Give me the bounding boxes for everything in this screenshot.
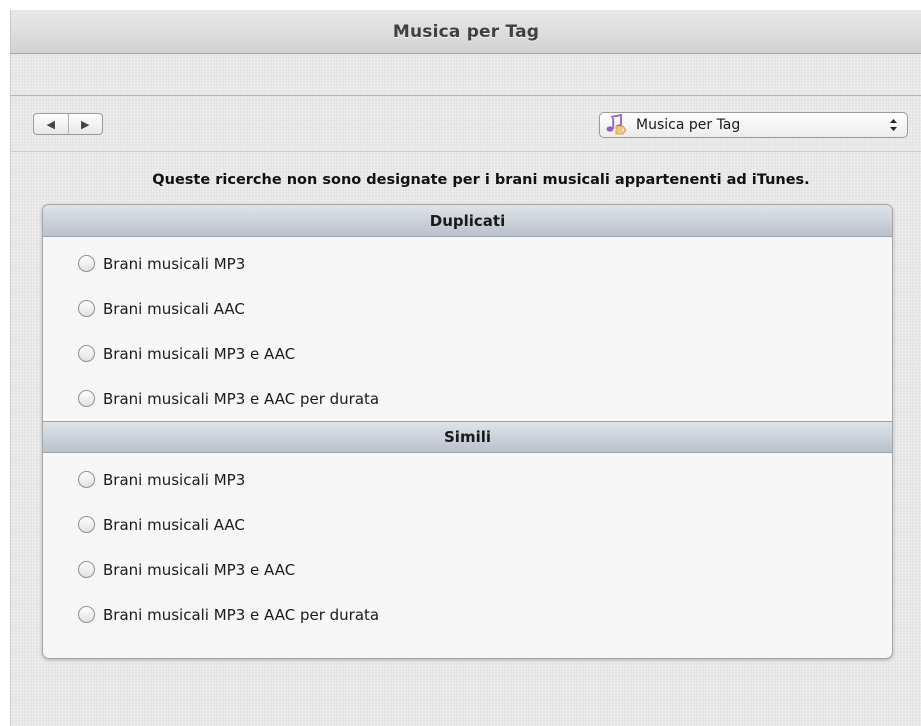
radio-option-label: Brani musicali MP3 e AAC per durata	[103, 389, 380, 408]
radio-button[interactable]	[78, 345, 95, 362]
section-header-simili: Simili	[43, 421, 892, 453]
radio-option-label: Brani musicali MP3 e AAC per durata	[103, 605, 380, 624]
radio-option[interactable]: Brani musicali MP3	[43, 457, 892, 502]
radio-option[interactable]: Brani musicali AAC	[43, 502, 892, 547]
toolbar-area	[11, 54, 921, 96]
radio-option[interactable]: Brani musicali MP3 e AAC	[43, 547, 892, 592]
radio-button[interactable]	[78, 561, 95, 578]
back-forward-control: ◀ ▶	[33, 113, 103, 135]
music-tag-icon	[604, 114, 628, 136]
radio-option[interactable]: Brani musicali MP3 e AAC	[43, 331, 892, 376]
popup-selected-value: Musica per Tag	[636, 117, 741, 133]
section-header-duplicati: Duplicati	[43, 205, 892, 237]
window-title: Musica per Tag	[392, 21, 540, 42]
radio-button[interactable]	[78, 471, 95, 488]
radio-option[interactable]: Brani musicali MP3	[43, 241, 892, 286]
radio-button[interactable]	[78, 390, 95, 407]
updown-arrows-icon	[885, 118, 901, 132]
radio-option[interactable]: Brani musicali MP3 e AAC per durata	[43, 592, 892, 637]
forward-arrow-icon[interactable]: ▶	[67, 114, 103, 134]
radio-button[interactable]	[78, 606, 95, 623]
duplicati-options: Brani musicali MP3 Brani musicali AAC Br…	[43, 237, 892, 421]
title-bar[interactable]: Musica per Tag	[11, 10, 921, 54]
radio-option-label: Brani musicali MP3	[103, 254, 246, 273]
radio-option[interactable]: Brani musicali AAC	[43, 286, 892, 331]
radio-button[interactable]	[78, 516, 95, 533]
radio-option[interactable]: Brani musicali MP3 e AAC per durata	[43, 376, 892, 421]
radio-button[interactable]	[78, 300, 95, 317]
radio-option-label: Brani musicali MP3	[103, 470, 246, 489]
radio-option-label: Brani musicali AAC	[103, 515, 245, 534]
radio-button[interactable]	[78, 255, 95, 272]
navigation-bar: ◀ ▶ Musica per Tag	[11, 96, 921, 152]
radio-option-label: Brani musicali MP3 e AAC	[103, 560, 296, 579]
search-type-popup[interactable]: Musica per Tag	[599, 112, 908, 138]
search-options-panel: Duplicati Brani musicali MP3 Brani music…	[42, 204, 893, 659]
simili-options: Brani musicali MP3 Brani musicali AAC Br…	[43, 453, 892, 637]
app-window: Musica per Tag ◀ ▶ Musica per Tag Queste…	[10, 10, 921, 726]
radio-option-label: Brani musicali MP3 e AAC	[103, 344, 296, 363]
radio-option-label: Brani musicali AAC	[103, 299, 245, 318]
back-arrow-icon[interactable]: ◀	[34, 114, 68, 134]
notice-text: Queste ricerche non sono designate per i…	[152, 172, 810, 188]
